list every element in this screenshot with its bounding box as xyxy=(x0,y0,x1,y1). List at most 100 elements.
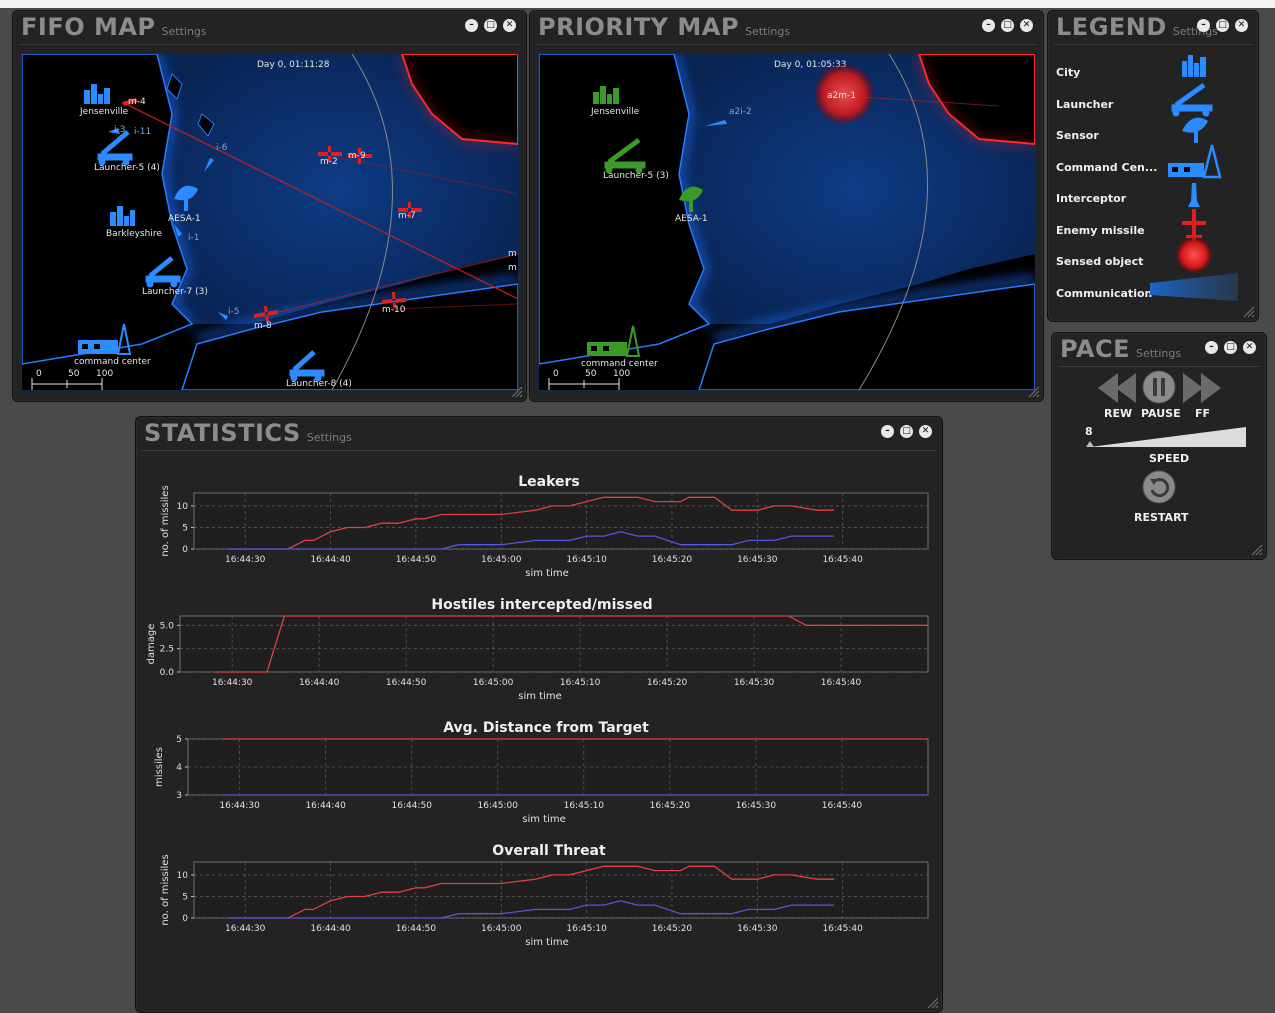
legend-panel: LEGEND Settings – □ ✕ City Launcher Senso… xyxy=(1047,10,1259,322)
svg-text:command center: command center xyxy=(74,357,151,367)
y-tick-label: 2.5 xyxy=(160,645,174,655)
close-button[interactable]: ✕ xyxy=(503,19,516,32)
x-tick-label: 16:45:20 xyxy=(647,678,688,688)
resize-grip[interactable] xyxy=(509,384,523,398)
svg-text:AESA-1: AESA-1 xyxy=(168,214,201,224)
sensor-icon xyxy=(1182,117,1208,143)
legend-icons xyxy=(1150,55,1238,301)
maximize-button[interactable]: □ xyxy=(1224,341,1237,354)
maximize-button[interactable]: □ xyxy=(1001,19,1014,32)
x-tick-label: 16:44:30 xyxy=(225,555,266,565)
resize-grip[interactable] xyxy=(1241,304,1255,318)
svg-text:Jensenville: Jensenville xyxy=(590,107,640,117)
svg-text:AESA-1: AESA-1 xyxy=(675,214,708,224)
x-tick-label: 16:44:40 xyxy=(310,924,351,934)
pace-panel: PACE Settings – □ ✕ REW PAUSE FF 8 SPEED … xyxy=(1051,332,1267,560)
rewind-label: REW xyxy=(1104,407,1133,420)
close-button[interactable]: ✕ xyxy=(1020,19,1033,32)
svg-text:a2m-1: a2m-1 xyxy=(827,91,856,101)
map-scale-bar xyxy=(548,378,620,390)
svg-text:m-4: m-4 xyxy=(128,97,146,107)
land-west xyxy=(539,54,711,365)
fast-forward-button[interactable] xyxy=(1181,371,1223,405)
x-axis-label: sim time xyxy=(522,814,566,825)
map-scale-bar xyxy=(31,378,103,390)
maximize-button[interactable]: □ xyxy=(484,19,497,32)
svg-text:i-6: i-6 xyxy=(216,143,228,153)
launcher-icon xyxy=(1171,82,1213,117)
statistics-panel: STATISTICS Settings – □ ✕ Leakers 16:44:30… xyxy=(135,416,943,1013)
x-tick-label: 16:44:40 xyxy=(310,555,351,565)
x-tick-label: 16:45:00 xyxy=(478,801,519,811)
close-button[interactable]: ✕ xyxy=(1243,341,1256,354)
x-tick-label: 16:44:40 xyxy=(305,801,346,811)
settings-link[interactable]: Settings xyxy=(745,25,790,38)
pause-label: PAUSE xyxy=(1141,407,1181,420)
x-tick-label: 16:45:30 xyxy=(737,924,778,934)
interceptor-icon xyxy=(1188,183,1200,207)
y-axis-label: damage xyxy=(146,624,157,665)
chart-title: Leakers xyxy=(518,474,580,490)
svg-text:50: 50 xyxy=(68,369,80,379)
pause-button[interactable] xyxy=(1141,369,1177,405)
resize-grip[interactable] xyxy=(925,995,939,1009)
restart-button[interactable] xyxy=(1141,469,1177,505)
x-tick-label: 16:45:40 xyxy=(822,801,863,811)
y-tick-label: 0.0 xyxy=(160,668,175,678)
x-tick-label: 16:45:00 xyxy=(481,555,522,565)
x-tick-label: 16:45:10 xyxy=(566,555,607,565)
fifo-map-view[interactable]: Day 0, 01:11:28 Jensenville Barkleyshire… xyxy=(21,53,519,391)
svg-text:Jensenville: Jensenville xyxy=(79,107,129,117)
svg-text:i-5: i-5 xyxy=(228,307,239,317)
sim-clock: Day 0, 01:11:28 xyxy=(257,60,330,70)
speed-slider[interactable] xyxy=(1086,425,1248,451)
speed-label: SPEED xyxy=(1149,452,1190,465)
fast-forward-label: FF xyxy=(1195,407,1211,420)
rewind-button[interactable] xyxy=(1096,371,1138,405)
x-tick-label: 16:45:30 xyxy=(737,555,778,565)
chart-title: Hostiles intercepted/missed xyxy=(431,597,652,613)
y-tick-label: 5 xyxy=(182,892,188,902)
svg-text:0: 0 xyxy=(553,369,559,379)
svg-text:0: 0 xyxy=(36,369,42,379)
svg-text:m-7: m-7 xyxy=(398,211,416,221)
x-tick-label: 16:44:50 xyxy=(396,924,437,934)
x-tick-label: 16:45:20 xyxy=(650,801,691,811)
svg-text:Barkleyshire: Barkleyshire xyxy=(106,229,162,239)
svg-text:a2i-2: a2i-2 xyxy=(729,107,752,117)
sensed-object-icon xyxy=(1176,237,1212,273)
svg-text:100: 100 xyxy=(613,369,630,379)
y-axis-label: no. of missiles xyxy=(160,854,171,925)
minimize-button[interactable]: – xyxy=(465,19,478,32)
command-center-icon xyxy=(1168,144,1222,179)
y-tick-label: 5.0 xyxy=(160,621,175,631)
x-tick-label: 16:44:50 xyxy=(386,678,427,688)
chart-title: Avg. Distance from Target xyxy=(443,720,649,736)
cropped-top-banner xyxy=(0,0,1275,8)
minimize-button[interactable]: – xyxy=(1205,341,1218,354)
x-tick-label: 16:45:30 xyxy=(736,801,777,811)
svg-text:m-9: m-9 xyxy=(348,151,366,161)
x-axis-label: sim time xyxy=(525,568,569,579)
plot-area xyxy=(179,615,929,673)
y-tick-label: 0 xyxy=(182,545,188,555)
minimize-button[interactable]: – xyxy=(982,19,995,32)
restart-label: RESTART xyxy=(1134,511,1189,524)
priority-map-canvas: Day 0, 01:05:33 a2m-1 a2i-2 Jensenville … xyxy=(539,54,1035,390)
panel-title: PRIORITY MAP Settings xyxy=(538,13,791,41)
settings-link[interactable]: Settings xyxy=(162,25,207,38)
y-tick-label: 10 xyxy=(177,871,189,881)
resize-grip[interactable] xyxy=(1026,384,1040,398)
x-tick-label: 16:45:30 xyxy=(734,678,775,688)
y-tick-label: 5 xyxy=(176,735,182,745)
x-tick-label: 16:44:50 xyxy=(396,555,437,565)
svg-text:i-1: i-1 xyxy=(188,233,199,243)
svg-text:command center: command center xyxy=(581,359,658,369)
priority-map-view[interactable]: Day 0, 01:05:33 a2m-1 a2i-2 Jensenville … xyxy=(538,53,1036,391)
x-tick-label: 16:45:40 xyxy=(822,924,863,934)
svg-text:100: 100 xyxy=(96,369,113,379)
settings-link[interactable]: Settings xyxy=(1136,347,1181,360)
svg-text:i-3: i-3 xyxy=(114,125,125,135)
resize-grip[interactable] xyxy=(1249,542,1263,556)
svg-text:50: 50 xyxy=(585,369,597,379)
